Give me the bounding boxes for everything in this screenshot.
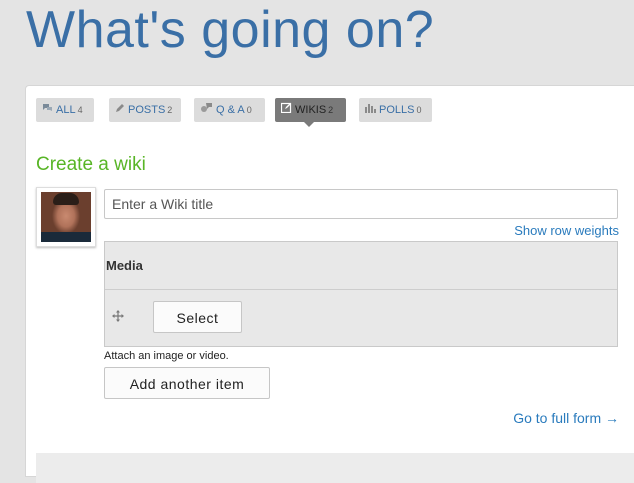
comments-icon: [42, 98, 53, 122]
tab-polls-label: POLLS: [379, 104, 415, 116]
page-title: What's going on?: [26, 1, 435, 59]
media-select-button[interactable]: Select: [153, 301, 242, 333]
composer-panel: ALL 4 POSTS 2 Q & A0 WIKIS 2 POLLS 0 Create …: [25, 85, 634, 483]
go-to-full-form-link[interactable]: Go to full form →: [513, 410, 619, 426]
create-wiki-heading: Create a wiki: [36, 154, 146, 175]
attach-help-text: Attach an image or video.: [104, 350, 229, 362]
footer-strip: [36, 453, 634, 483]
media-field-table: Media Select: [104, 241, 618, 347]
pencil-icon: [115, 98, 125, 122]
edit-icon: [280, 98, 292, 122]
tab-all-label: ALL: [56, 104, 76, 116]
tab-posts-label: POSTS: [128, 104, 166, 116]
media-header: Media: [105, 242, 617, 290]
tab-posts[interactable]: POSTS 2: [109, 98, 181, 122]
tab-qa[interactable]: Q & A0: [194, 98, 265, 122]
tab-wikis-label: WIKIS: [295, 104, 327, 116]
media-row: Select: [105, 290, 617, 346]
tab-wikis[interactable]: WIKIS 2: [275, 98, 346, 127]
drag-handle-icon[interactable]: [112, 309, 124, 322]
user-avatar-frame: [36, 187, 96, 247]
wiki-title-input[interactable]: [104, 189, 618, 219]
tab-posts-count: 2: [167, 105, 173, 115]
add-another-item-button[interactable]: Add another item: [104, 367, 270, 399]
tab-all[interactable]: ALL 4: [36, 98, 94, 122]
bar-chart-icon: [365, 98, 376, 122]
tab-all-count: 4: [77, 105, 83, 115]
tab-qa-count: 0: [246, 105, 252, 115]
tab-polls[interactable]: POLLS 0: [359, 98, 432, 122]
tab-qa-label: Q & A: [216, 104, 245, 116]
tab-polls-count: 0: [416, 105, 422, 115]
show-row-weights-link[interactable]: Show row weights: [514, 223, 619, 238]
question-icon: [200, 98, 213, 122]
avatar: [41, 192, 91, 242]
tab-wikis-count: 2: [328, 105, 334, 115]
